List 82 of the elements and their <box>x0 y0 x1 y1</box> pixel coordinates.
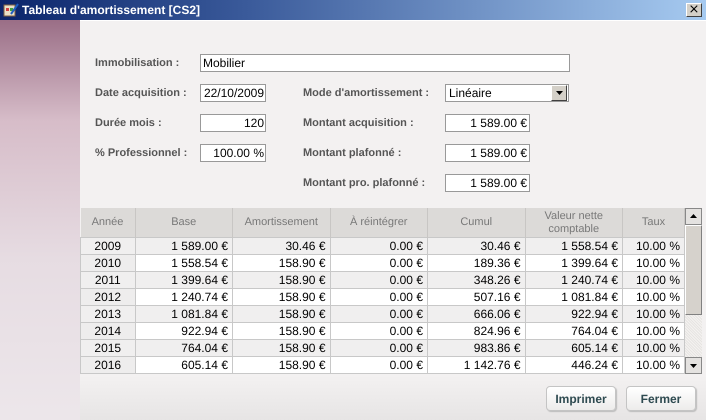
table-cell: 1 589.00 € <box>135 238 232 254</box>
table-cell: 1 399.64 € <box>135 272 232 288</box>
table-cell: 446.24 € <box>525 356 622 374</box>
app-icon <box>3 2 19 18</box>
table-cell: 1 240.74 € <box>525 272 622 288</box>
table-cell: 922.94 € <box>135 322 232 340</box>
input-field[interactable]: 1 589.00 € <box>445 114 530 132</box>
input-field[interactable]: 1 589.00 € <box>445 174 530 192</box>
table-cell: 158.90 € <box>232 288 330 306</box>
table-cell: 1 558.54 € <box>525 238 622 254</box>
table-cell: 10.00 % <box>622 340 684 356</box>
table-cell: 0.00 € <box>330 340 428 356</box>
scroll-down-icon[interactable] <box>685 357 702 374</box>
table-cell: 30.46 € <box>232 238 330 254</box>
table-cell: 10.00 % <box>622 254 684 272</box>
table-cell: 605.14 € <box>525 340 622 356</box>
field-label: Date acquisition : <box>95 87 188 99</box>
table-cell: 507.16 € <box>428 288 525 306</box>
input-field[interactable]: 120 <box>200 114 266 132</box>
window-title: Tableau d'amortissement [CS2] <box>22 3 202 17</box>
table-cell: 0.00 € <box>330 238 428 254</box>
table-cell: 824.96 € <box>428 322 525 340</box>
table-cell: 1 558.54 € <box>135 254 232 272</box>
input-field[interactable]: 100.00 % <box>200 144 266 162</box>
table-cell: 666.06 € <box>428 306 525 322</box>
table-cell: 0.00 € <box>330 272 428 288</box>
scroll-up-icon[interactable] <box>685 208 702 225</box>
table-cell: 0.00 € <box>330 306 428 322</box>
table-cell: 1 081.84 € <box>135 306 232 322</box>
table-cell: 605.14 € <box>135 356 232 374</box>
table-cell: 158.90 € <box>232 272 330 288</box>
table-cell: 0.00 € <box>330 288 428 306</box>
table-cell: 2015 <box>80 340 135 356</box>
field-label: Immobilisation : <box>95 57 180 69</box>
table-cell: 10.00 % <box>622 306 684 322</box>
table-cell: 2013 <box>80 306 135 322</box>
dropdown-arrow-icon[interactable] <box>554 90 564 96</box>
table-cell: 922.94 € <box>525 306 622 322</box>
input-field[interactable]: 1 589.00 € <box>445 144 530 162</box>
table-cell: 158.90 € <box>232 322 330 340</box>
table-cell: 1 081.84 € <box>525 288 622 306</box>
table-cell: 2010 <box>80 254 135 272</box>
table-cell: 0.00 € <box>330 356 428 374</box>
field-label: Montant acquisition : <box>303 117 415 129</box>
close-button[interactable]: × <box>686 3 702 17</box>
table-cell: 189.36 € <box>428 254 525 272</box>
dropdown[interactable]: Linéaire <box>445 84 569 102</box>
table-cell: 158.90 € <box>232 340 330 356</box>
table-cell: 10.00 % <box>622 288 684 306</box>
table-cell: 0.00 € <box>330 254 428 272</box>
table-cell: 348.26 € <box>428 272 525 288</box>
table-cell: 1 142.76 € <box>428 356 525 374</box>
table-cell: 764.04 € <box>525 322 622 340</box>
table-cell: 0.00 € <box>330 322 428 340</box>
table-cell: 2012 <box>80 288 135 306</box>
action-button[interactable]: Fermer <box>626 386 696 411</box>
table-cell: 764.04 € <box>135 340 232 356</box>
field-label: % Professionnel : <box>95 147 188 159</box>
table-cell: 983.86 € <box>428 340 525 356</box>
field-label: Montant plafonné : <box>303 147 402 159</box>
table-cell: 158.90 € <box>232 306 330 322</box>
table-cell: 10.00 % <box>622 272 684 288</box>
table-cell: 2009 <box>80 238 135 254</box>
scroll-thumb[interactable] <box>685 225 702 315</box>
field-label: Durée mois : <box>95 117 163 129</box>
table-cell: 30.46 € <box>428 238 525 254</box>
table-cell: 1 399.64 € <box>525 254 622 272</box>
table-cell: 158.90 € <box>232 254 330 272</box>
table-cell: 2014 <box>80 322 135 340</box>
input-field[interactable]: Mobilier <box>200 54 570 72</box>
scrollbar[interactable] <box>685 208 702 374</box>
table-cell: 2016 <box>80 356 135 374</box>
table-cell: 10.00 % <box>622 322 684 340</box>
field-label: Mode d'amortissement : <box>303 87 430 99</box>
table-cell: 158.90 € <box>232 356 330 374</box>
table-cell: 2011 <box>80 272 135 288</box>
table-cell: 1 240.74 € <box>135 288 232 306</box>
action-button[interactable]: Imprimer <box>546 386 616 411</box>
input-field[interactable]: 22/10/2009 <box>200 84 266 102</box>
table-cell: 10.00 % <box>622 356 684 374</box>
field-label: Montant pro. plafonné : <box>303 177 426 189</box>
table-cell: 10.00 % <box>622 238 684 254</box>
